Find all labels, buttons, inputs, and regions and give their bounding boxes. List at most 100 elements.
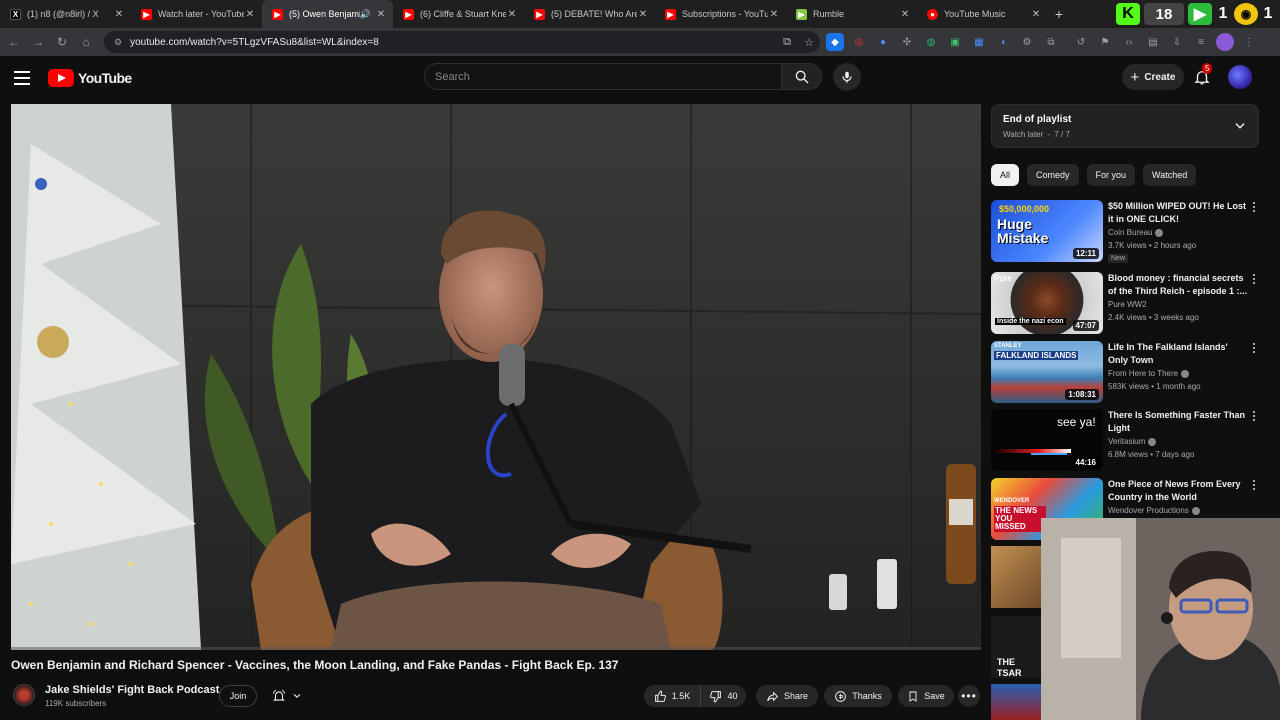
menu-icon[interactable]: ≡ xyxy=(1192,33,1210,51)
download-icon[interactable]: ⇩ xyxy=(1168,33,1186,51)
channel-name[interactable]: Veritasium xyxy=(1108,437,1145,446)
recommendation-item[interactable]: see ya! 44:16 There Is Something Faster … xyxy=(991,409,1261,471)
close-tab-icon[interactable]: ✕ xyxy=(1030,9,1042,20)
channel-name[interactable]: Wendover Productions xyxy=(1108,506,1189,515)
youtube-logo[interactable]: YouTube xyxy=(48,68,132,88)
extension-icon[interactable]: ▦ xyxy=(970,33,988,51)
chip-for-you[interactable]: For you xyxy=(1086,164,1136,186)
chevron-down-icon[interactable] xyxy=(1233,119,1247,133)
playlist-name[interactable]: Watch later xyxy=(1003,130,1043,139)
more-vert-icon[interactable] xyxy=(1250,341,1258,355)
video-title[interactable]: $50 Million WIPED OUT! He Lost it in ONE… xyxy=(1108,200,1248,226)
close-tab-icon[interactable]: ✕ xyxy=(768,9,780,20)
video-thumbnail[interactable]: STANLEY FALKLAND ISLANDS 1:08:31 xyxy=(991,341,1103,403)
browser-tab[interactable]: ▶ (5) DEBATE! Who Are the ✕ xyxy=(524,0,655,28)
subscription-notifications-button[interactable] xyxy=(266,686,308,706)
chip-watched[interactable]: Watched xyxy=(1143,164,1197,186)
browser-tab[interactable]: ▶ (6) Cliffe & Stuart Knech ✕ xyxy=(393,0,524,28)
address-bar[interactable]: ⚙ youtube.com/watch?v=5TLgzVFASu8&list=W… xyxy=(104,31,820,53)
site-info-icon[interactable]: ⚙ xyxy=(114,37,122,48)
video-title[interactable]: Blood money : financial secrets of the T… xyxy=(1108,272,1248,298)
thanks-button[interactable]: Thanks xyxy=(824,685,892,707)
side-panel-icon[interactable]: ▤ xyxy=(1144,33,1162,51)
extension-icon[interactable]: 1 xyxy=(1262,3,1274,25)
extension-icon[interactable]: ◍ xyxy=(922,33,940,51)
recommendation-item[interactable]: $50,000,000 Huge Mistake 12:11 $50 Milli… xyxy=(991,200,1261,263)
create-button[interactable]: + Create xyxy=(1122,64,1184,90)
extension-icon[interactable]: ● xyxy=(874,33,892,51)
video-player[interactable] xyxy=(11,104,981,650)
notifications-button[interactable]: 5 xyxy=(1190,63,1214,89)
channel-name[interactable]: Jake Shields' Fight Back Podcast xyxy=(45,684,219,696)
like-button[interactable]: 1.5K xyxy=(644,685,700,707)
video-title[interactable]: One Piece of News From Every Country in … xyxy=(1108,478,1248,504)
browser-tab[interactable]: ▶ Rumble ✕ xyxy=(786,0,917,28)
install-app-icon[interactable]: ⧉ xyxy=(776,36,798,49)
extension-icon[interactable]: ◎ xyxy=(850,33,868,51)
more-vert-icon[interactable] xyxy=(1250,200,1258,214)
join-button[interactable]: Join xyxy=(219,685,257,707)
more-vert-icon[interactable] xyxy=(1250,272,1258,286)
save-button[interactable]: Save xyxy=(898,685,954,707)
dislike-button[interactable]: 40 xyxy=(700,685,746,707)
more-actions-button[interactable]: ••• xyxy=(958,685,980,707)
voice-search-button[interactable] xyxy=(833,63,861,91)
reload-icon[interactable]: ↻ xyxy=(50,30,74,54)
profile-avatar-icon[interactable] xyxy=(1216,33,1234,51)
browser-tab[interactable]: ● YouTube Music ✕ xyxy=(917,0,1048,28)
extension-icon[interactable]: ▣ xyxy=(946,33,964,51)
more-vert-icon[interactable] xyxy=(1250,409,1258,423)
kick-extension-icon[interactable]: K xyxy=(1116,3,1140,25)
video-thumbnail[interactable] xyxy=(991,546,1041,608)
close-tab-icon[interactable]: ✕ xyxy=(506,9,518,20)
extension-icon[interactable]: ⚙ xyxy=(1018,33,1036,51)
speaker-icon[interactable]: 🔊 xyxy=(360,9,371,20)
close-tab-icon[interactable]: ✕ xyxy=(899,9,911,20)
extension-icon[interactable]: ◖ xyxy=(994,33,1012,51)
close-tab-icon[interactable]: ✕ xyxy=(375,9,387,20)
close-tab-icon[interactable]: ✕ xyxy=(244,9,256,20)
new-tab-button[interactable]: + xyxy=(1048,6,1070,22)
extension-icon[interactable]: ◆ xyxy=(826,33,844,51)
emoji-extension-icon[interactable]: ◉ xyxy=(1234,3,1258,25)
channel-name[interactable]: From Here to There xyxy=(1108,369,1178,378)
channel-name[interactable]: Pure WW2 xyxy=(1108,300,1147,309)
video-thumbnail[interactable]: Pure Inside the nazi econ 47:07 xyxy=(991,272,1103,334)
more-vert-icon[interactable] xyxy=(1250,478,1258,492)
search-box[interactable] xyxy=(424,63,782,90)
video-thumbnail[interactable] xyxy=(991,684,1041,720)
video-thumbnail[interactable]: see ya! 44:16 xyxy=(991,409,1103,471)
playlist-panel[interactable]: End of playlist Watch later - 7 / 7 xyxy=(991,104,1259,148)
extensions-puzzle-icon[interactable]: ⧉ xyxy=(1042,33,1060,51)
chip-comedy[interactable]: Comedy xyxy=(1027,164,1079,186)
browser-tab-active[interactable]: ▶ (5) Owen Benjamin 🔊 ✕ xyxy=(262,0,393,28)
extension-icon[interactable]: ⚑ xyxy=(1096,33,1114,51)
search-input[interactable] xyxy=(435,70,781,83)
video-thumbnail[interactable]: $50,000,000 Huge Mistake 12:11 xyxy=(991,200,1103,262)
share-button[interactable]: Share xyxy=(756,685,818,707)
recommendation-item[interactable]: STANLEY FALKLAND ISLANDS 1:08:31 Life In… xyxy=(991,341,1261,403)
back-icon[interactable]: ← xyxy=(2,30,26,54)
video-title[interactable]: There Is Something Faster Than Light xyxy=(1108,409,1248,435)
close-tab-icon[interactable]: ✕ xyxy=(113,9,125,20)
forward-icon[interactable]: → xyxy=(26,30,50,54)
channel-avatar[interactable] xyxy=(13,684,35,706)
browser-tab[interactable]: X (1) n8 (@n8irl) / X ✕ xyxy=(0,0,131,28)
search-button[interactable] xyxy=(781,63,822,90)
channel-name[interactable]: Coin Bureau xyxy=(1108,228,1152,237)
browser-tab[interactable]: ▶ Subscriptions - YouTube ✕ xyxy=(655,0,786,28)
history-icon[interactable]: ↺ xyxy=(1072,33,1090,51)
video-title[interactable]: Life In The Falkland Islands' Only Town xyxy=(1108,341,1248,367)
extension-icon[interactable]: ✣ xyxy=(898,33,916,51)
close-tab-icon[interactable]: ✕ xyxy=(637,9,649,20)
chip-all[interactable]: All xyxy=(991,164,1020,186)
browser-tab[interactable]: ▶ Watch later - YouTube ✕ xyxy=(131,0,262,28)
hamburger-menu-icon[interactable] xyxy=(14,67,36,89)
play-extension-icon[interactable]: ▶ xyxy=(1188,3,1212,25)
more-vert-icon[interactable]: ⋮ xyxy=(1240,33,1258,51)
bookmark-star-icon[interactable]: ☆ xyxy=(798,36,820,49)
extension-icon[interactable]: 1 xyxy=(1216,3,1230,25)
home-icon[interactable]: ⌂ xyxy=(74,30,98,54)
account-avatar[interactable] xyxy=(1228,65,1252,89)
devtools-icon[interactable]: ‹› xyxy=(1120,33,1138,51)
